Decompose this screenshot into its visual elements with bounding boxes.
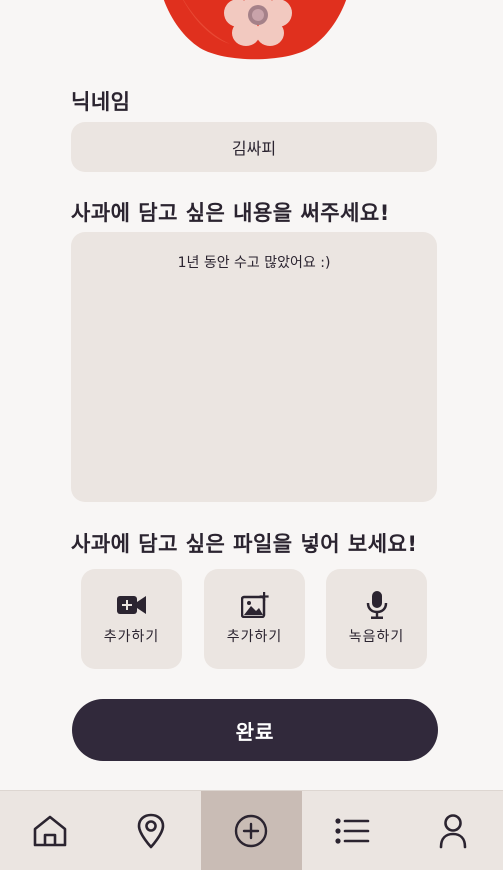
nickname-input[interactable]: 김싸피 [71,122,437,172]
content-label: 사과에 담고 싶은 내용을 써주세요! [71,201,390,225]
nav-home[interactable] [0,791,101,870]
location-pin-icon [137,813,165,848]
home-icon [33,815,67,846]
add-video-label: 추가하기 [103,629,160,645]
plus-circle-icon [235,814,268,847]
apple-icon [163,0,347,60]
microphone-icon [362,591,392,619]
nav-add[interactable] [201,791,302,870]
nickname-label: 닉네임 [71,90,131,114]
video-add-icon [116,592,147,618]
record-audio-label: 녹음하기 [348,629,405,645]
image-add-icon [240,592,270,618]
add-image-label: 추가하기 [226,629,283,645]
list-icon [335,817,370,844]
add-video-button[interactable]: 추가하기 [81,569,182,669]
nav-profile[interactable] [402,791,503,870]
nav-list[interactable] [302,791,403,870]
add-image-button[interactable]: 추가하기 [204,569,305,669]
nickname-value: 김싸피 [231,139,277,158]
apple-illustration [150,0,360,62]
user-icon [439,813,466,848]
content-textarea[interactable]: 1년 동안 수고 많았어요 :) [71,232,437,502]
content-value: 1년 동안 수고 많았어요 :) [177,255,331,271]
done-button-label: 완료 [235,719,275,744]
bottom-navigation [0,790,503,870]
nav-map[interactable] [101,791,202,870]
record-audio-button[interactable]: 녹음하기 [326,569,427,669]
done-button[interactable]: 완료 [72,699,438,761]
file-label: 사과에 담고 싶은 파일을 넣어 보세요! [71,532,418,556]
